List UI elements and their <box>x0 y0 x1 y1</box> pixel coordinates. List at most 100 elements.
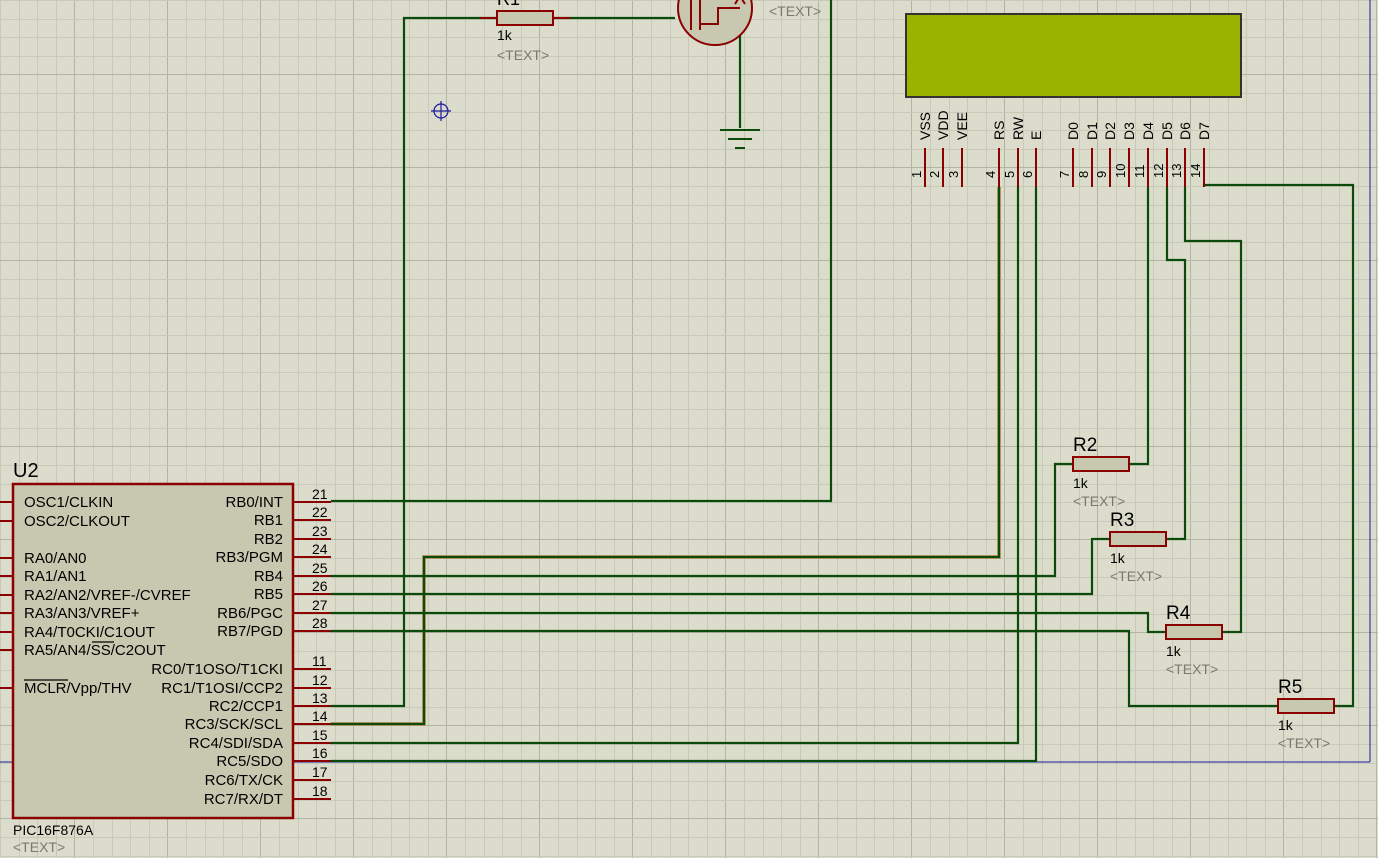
resistor-value: 1k <box>1166 643 1182 659</box>
mcu-part: PIC16F876A <box>13 822 94 838</box>
mcu-left-pin-label: OSC1/CLKIN <box>24 494 113 511</box>
mcu-left-pin-label: RA2/AN2/VREF-/CVREF <box>24 587 191 604</box>
wire-r4-rb6 <box>331 611 1166 634</box>
mcu-left-pin-label: RA5/AN4/SS/C2OUT <box>24 642 166 659</box>
schematic-canvas[interactable]: R1 1k <TEXT> <TEXT> VSS 1 VDD 2 VEE 3 RS 4 RW 5 E 6… <box>0 0 1378 858</box>
resistor-body <box>1277 698 1335 714</box>
r1-value: 1k <box>497 27 513 43</box>
lcd-pin-name: D7 <box>1196 122 1212 140</box>
mosfet-transistor[interactable]: <TEXT> <box>677 0 821 46</box>
mcu-right-pin-number: 24 <box>312 541 328 557</box>
mcu-right-pin-number: 28 <box>312 615 328 631</box>
mcu-right-pin-number: 23 <box>312 523 328 539</box>
mcu-right-pin-number: 15 <box>312 727 328 743</box>
mcu-left-pin-label: MCLR/Vpp/THV <box>24 680 132 697</box>
mcu-right-pin-label: RB0/INT <box>225 494 283 511</box>
resistor-value: 1k <box>1073 475 1089 491</box>
mcu-left-pin-label: OSC2/CLKOUT <box>24 513 130 530</box>
mcu-right-pin-number: 13 <box>312 690 328 706</box>
lcd-pin-number: 6 <box>1020 171 1035 178</box>
resistor-ref: R3 <box>1110 510 1134 531</box>
lcd-pin-number: 8 <box>1076 171 1091 178</box>
mcu-right-pin-number: 17 <box>312 764 328 780</box>
lcd-pin-number: 13 <box>1169 164 1184 178</box>
lcd-pin-number: 5 <box>1002 171 1017 178</box>
resistor-body <box>1165 624 1223 640</box>
lcd-pin-number: 1 <box>909 171 924 178</box>
lcd-pin-name: VEE <box>954 112 970 140</box>
resistor-body <box>1072 456 1130 472</box>
r1-text: <TEXT> <box>497 47 549 63</box>
mcu-left-pin-label: RA3/AN3/VREF+ <box>24 605 140 622</box>
mcu-right-pin-label: RC7/RX/DT <box>204 791 283 808</box>
lcd-pin-name: RW <box>1010 116 1026 140</box>
resistor-text: <TEXT> <box>1278 735 1330 751</box>
mcu-right-pin-number: 11 <box>312 653 327 669</box>
mcu-right-pin-number: 26 <box>312 578 328 594</box>
resistors: R21k<TEXT>R31k<TEXT>R41k<TEXT>R51k<TEXT> <box>1072 435 1335 751</box>
mcu-right-pin-label: RB4 <box>254 568 283 585</box>
mcu-left-pin-label: RA4/T0CKI/C1OUT <box>24 624 155 641</box>
mcu-right-pin-label: RC1/T1OSI/CCP2 <box>161 680 283 697</box>
lcd-screen <box>905 13 1242 98</box>
mcu-left-pin-label: RA0/AN0 <box>24 550 87 567</box>
lcd-pin-number: 3 <box>946 171 961 178</box>
resistor-text: <TEXT> <box>1110 568 1162 584</box>
mcu-right-pin-label: RB2 <box>254 531 283 548</box>
mcu-text: <TEXT> <box>13 839 65 855</box>
lcd-pin-number: 9 <box>1094 171 1109 178</box>
lcd-pin-name: D3 <box>1121 122 1137 140</box>
mcu-right-pin-label: RC5/SDO <box>216 753 283 770</box>
lcd-pin-name: D1 <box>1084 122 1100 140</box>
wire-d4-r2 <box>1130 187 1150 466</box>
r1-ref: R1 <box>497 0 520 9</box>
lcd-pin-name: D0 <box>1065 122 1081 140</box>
resistor-ref: R5 <box>1278 677 1302 698</box>
transistor-text: <TEXT> <box>769 3 821 19</box>
mcu-ref: U2 <box>13 460 39 482</box>
mcu-right-pin-label: RB7/PGD <box>217 623 283 640</box>
lcd-pin-name: VDD <box>935 110 951 140</box>
mcu-right-pin-number: 16 <box>312 745 328 761</box>
resistor-value: 1k <box>1278 717 1294 733</box>
lcd-pin-number: 2 <box>927 171 942 178</box>
mcu-right-pin-number: 27 <box>312 597 328 613</box>
resistor-ref: R2 <box>1073 435 1097 456</box>
lcd-pin-name: D4 <box>1140 122 1156 140</box>
lcd-pin-name: D2 <box>1102 122 1118 140</box>
resistor-value: 1k <box>1110 550 1126 566</box>
mcu-left-pin-label: RA1/AN1 <box>24 568 87 585</box>
lcd-pin-number: 14 <box>1188 164 1203 178</box>
mcu-right-pin-label: RC4/SDI/SDA <box>189 735 283 752</box>
wire-rb0-transistor <box>331 0 833 503</box>
mcu-right-pin-number: 25 <box>312 560 328 576</box>
mcu-right-pin-number: 21 <box>312 486 328 502</box>
lcd-pin-name: D5 <box>1159 122 1175 140</box>
mcu-right-pin-number: 18 <box>312 783 328 799</box>
wire-r2-rb4 <box>331 462 1073 578</box>
resistor-text: <TEXT> <box>1073 493 1125 509</box>
lcd-pin-number: 11 <box>1132 165 1147 179</box>
resistor-r1[interactable]: R1 1k <TEXT> <box>480 0 570 63</box>
wire-rs-rc3-highlight <box>331 187 1001 726</box>
lcd-pin-number: 10 <box>1113 164 1128 178</box>
mcu-right-pin-number: 12 <box>312 672 328 688</box>
mcu-right-pin-label: RC6/TX/CK <box>205 772 283 789</box>
mcu-right-pin-label: RC3/SCK/SCL <box>185 716 283 733</box>
wire-r3-rb5 <box>331 537 1110 596</box>
lcd-pin-name: RS <box>991 121 1007 140</box>
wire-d7-r5 <box>1202 183 1355 708</box>
lcd-pin-number: 7 <box>1057 171 1072 178</box>
lcd-pin-name: VSS <box>917 112 933 140</box>
mcu-right-pin-label: RB5 <box>254 586 283 603</box>
lcd-pin-number: 12 <box>1151 164 1166 178</box>
origin-marker-icon <box>431 101 451 121</box>
resistor-body <box>1109 531 1167 547</box>
wire-rs-rc3 <box>331 187 1001 726</box>
mcu-right-pin-label: RB3/PGM <box>215 549 283 566</box>
resistor-text: <TEXT> <box>1166 661 1218 677</box>
mcu-right-pin-label: RB6/PGC <box>217 605 283 622</box>
pic-mcu[interactable]: U2 OSC1/CLKIN OSC2/CLKOUT RA0/AN0RA1/AN1 RA… <box>0 460 331 855</box>
lcd-pin-name: D6 <box>1177 122 1193 140</box>
lcd-pin-name: E <box>1028 131 1044 140</box>
